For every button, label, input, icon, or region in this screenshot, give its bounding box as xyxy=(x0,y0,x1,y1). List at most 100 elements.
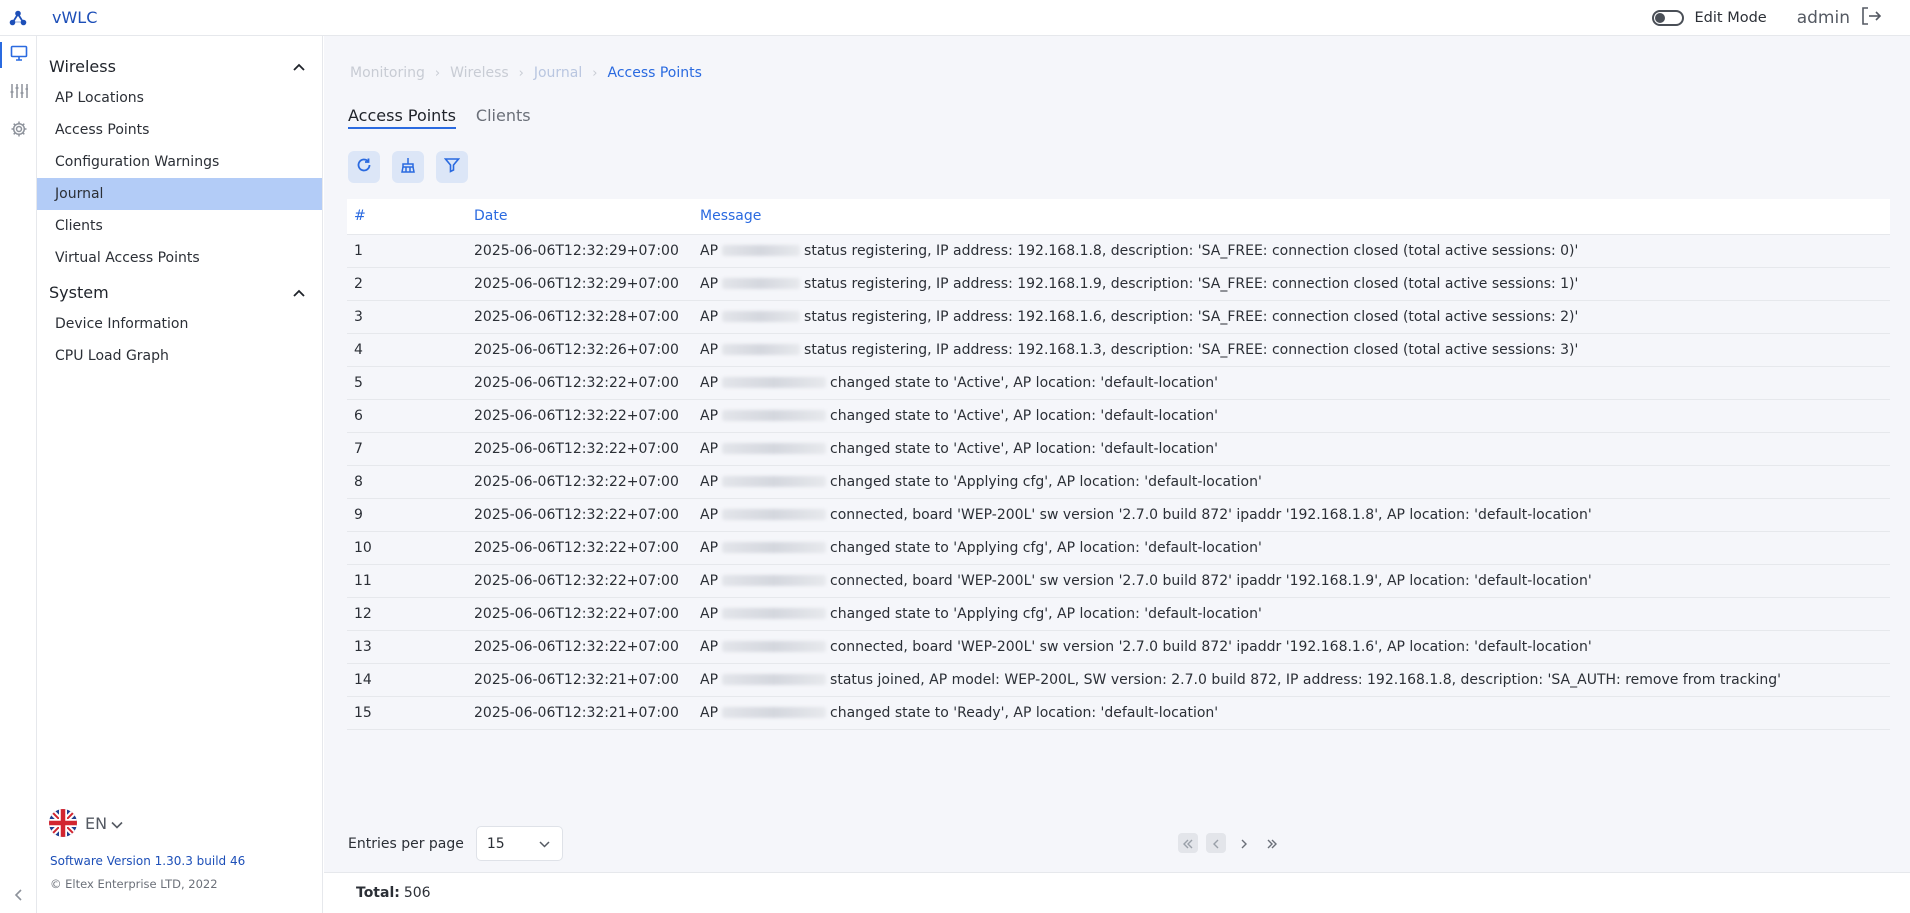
table-row[interactable]: 7 2025-06-06T12:32:22+07:00 AP changed stat… xyxy=(347,432,1890,466)
chevron-down-icon xyxy=(539,836,550,852)
ap-prefix: AP xyxy=(700,407,719,424)
entries-per-page-select[interactable]: 15 xyxy=(475,826,563,861)
settings-rail-button[interactable] xyxy=(0,112,37,150)
breadcrumb-journal[interactable]: Journal xyxy=(534,65,582,81)
app-title[interactable]: vWLC xyxy=(52,8,97,27)
column-header-date[interactable]: Date xyxy=(474,199,700,235)
row-number: 8 xyxy=(347,465,474,499)
row-number: 7 xyxy=(347,432,474,466)
sidebar-item-cpu-load-graph[interactable]: CPU Load Graph xyxy=(37,340,322,372)
ap-prefix: AP xyxy=(700,572,719,589)
collapse-sidebar-button[interactable] xyxy=(0,886,37,905)
table-row[interactable]: 5 2025-06-06T12:32:22+07:00 AP changed stat… xyxy=(347,366,1890,400)
message-text: connected, board 'WEP-200L' sw version '… xyxy=(830,506,1592,523)
sidebar-item-device-information[interactable]: Device Information xyxy=(37,308,322,340)
breadcrumb-monitoring[interactable]: Monitoring xyxy=(350,65,425,81)
ap-prefix: AP xyxy=(700,473,719,490)
icon-rail xyxy=(0,36,37,913)
message-text: status registering, IP address: 192.168.… xyxy=(804,341,1579,358)
table-row[interactable]: 1 2025-06-06T12:32:29+07:00 AP status regis… xyxy=(347,234,1890,268)
sidebar-item-clients[interactable]: Clients xyxy=(37,210,322,242)
refresh-button[interactable] xyxy=(348,151,380,183)
row-date: 2025-06-06T12:32:22+07:00 xyxy=(474,564,700,598)
table-row[interactable]: 2 2025-06-06T12:32:29+07:00 AP status regis… xyxy=(347,267,1890,301)
table-row[interactable]: 14 2025-06-06T12:32:21+07:00 AP status join… xyxy=(347,663,1890,697)
sidebar-item-configuration-warnings[interactable]: Configuration Warnings xyxy=(37,146,322,178)
message-text: connected, board 'WEP-200L' sw version '… xyxy=(830,638,1592,655)
entries-per-page-value: 15 xyxy=(486,835,505,852)
table-row[interactable]: 4 2025-06-06T12:32:26+07:00 AP status regis… xyxy=(347,333,1890,367)
breadcrumb-wireless[interactable]: Wireless xyxy=(450,65,509,81)
redacted-mac xyxy=(722,443,827,454)
ap-prefix: AP xyxy=(700,704,719,721)
table-row[interactable]: 9 2025-06-06T12:32:22+07:00 AP connected, b… xyxy=(347,498,1890,532)
message-text: status registering, IP address: 192.168.… xyxy=(804,275,1579,292)
top-bar: vWLC Edit Mode admin xyxy=(0,0,1910,36)
redacted-mac xyxy=(722,377,827,388)
ap-prefix: AP xyxy=(700,242,719,259)
row-date: 2025-06-06T12:32:29+07:00 xyxy=(474,234,700,268)
sidebar-section-wireless[interactable]: Wireless xyxy=(37,50,322,82)
message-text: changed state to 'Applying cfg', AP loca… xyxy=(830,473,1262,490)
table-row[interactable]: 13 2025-06-06T12:32:22+07:00 AP connected, … xyxy=(347,630,1890,664)
table-row[interactable]: 6 2025-06-06T12:32:22+07:00 AP changed stat… xyxy=(347,399,1890,433)
message-text: changed state to 'Applying cfg', AP loca… xyxy=(830,605,1262,622)
edit-mode-label: Edit Mode xyxy=(1694,9,1767,26)
redacted-mac xyxy=(722,311,801,322)
sidebar-item-access-points[interactable]: Access Points xyxy=(37,114,322,146)
sidebar-item-ap-locations[interactable]: AP Locations xyxy=(37,82,322,114)
row-number: 13 xyxy=(347,630,474,664)
chevron-up-icon xyxy=(292,57,306,76)
message-text: changed state to 'Ready', AP location: '… xyxy=(830,704,1219,721)
filter-icon xyxy=(443,157,461,177)
ap-prefix: AP xyxy=(700,308,719,325)
app-logo-icon[interactable] xyxy=(0,0,36,36)
logout-icon[interactable] xyxy=(1860,6,1882,30)
redacted-mac xyxy=(722,707,827,718)
ap-prefix: AP xyxy=(700,671,719,688)
configuration-rail-button[interactable] xyxy=(0,74,37,112)
journal-table: # Date Message 1 2025-06-06T12:32:29+07:0… xyxy=(347,199,1890,730)
table-header-row: # Date Message xyxy=(347,199,1890,235)
column-header-message[interactable]: Message xyxy=(700,199,1890,235)
sidebar-section-title: Wireless xyxy=(49,56,116,76)
sidebar-item-label: Access Points xyxy=(55,122,150,138)
message-text: changed state to 'Applying cfg', AP loca… xyxy=(830,539,1262,556)
first-page-button[interactable] xyxy=(1178,833,1198,853)
table-row[interactable]: 11 2025-06-06T12:32:22+07:00 AP connected, … xyxy=(347,564,1890,598)
monitoring-rail-button[interactable] xyxy=(0,36,37,74)
chevron-up-icon xyxy=(292,283,306,302)
table-row[interactable]: 10 2025-06-06T12:32:22+07:00 AP changed sta… xyxy=(347,531,1890,565)
tabs: Access Points Clients xyxy=(348,106,551,129)
last-page-button[interactable] xyxy=(1262,833,1282,853)
filter-button[interactable] xyxy=(436,151,468,183)
tab-access-points[interactable]: Access Points xyxy=(348,106,456,129)
message-text: changed state to 'Active', AP location: … xyxy=(830,407,1218,424)
message-text: status registering, IP address: 192.168.… xyxy=(804,242,1579,259)
table-row[interactable]: 8 2025-06-06T12:32:22+07:00 AP changed stat… xyxy=(347,465,1890,499)
sidebar-item-virtual-access-points[interactable]: Virtual Access Points xyxy=(37,242,322,274)
row-message: AP connected, board 'WEP-200L' sw version… xyxy=(700,564,1890,598)
row-number: 1 xyxy=(347,234,474,268)
row-date: 2025-06-06T12:32:22+07:00 xyxy=(474,465,700,499)
previous-page-button[interactable] xyxy=(1206,833,1226,853)
edit-mode-toggle[interactable] xyxy=(1651,9,1684,26)
sidebar-item-journal[interactable]: Journal xyxy=(37,178,322,210)
sidebar-section-system[interactable]: System xyxy=(37,276,322,308)
tab-clients[interactable]: Clients xyxy=(476,106,531,129)
table-row[interactable]: 15 2025-06-06T12:32:21+07:00 AP changed sta… xyxy=(347,696,1890,730)
table-row[interactable]: 3 2025-06-06T12:32:28+07:00 AP status regis… xyxy=(347,300,1890,334)
table-row[interactable]: 12 2025-06-06T12:32:22+07:00 AP changed sta… xyxy=(347,597,1890,631)
user-name: admin xyxy=(1796,7,1850,28)
row-message: AP connected, board 'WEP-200L' sw version… xyxy=(700,630,1890,664)
clear-journal-button[interactable] xyxy=(392,151,424,183)
column-header-number[interactable]: # xyxy=(347,199,474,235)
language-selector[interactable]: EN xyxy=(49,809,123,837)
next-page-button[interactable] xyxy=(1234,833,1254,853)
double-chevron-left-icon xyxy=(1182,834,1194,853)
row-number: 11 xyxy=(347,564,474,598)
message-text: changed state to 'Active', AP location: … xyxy=(830,440,1218,457)
row-message: AP changed state to 'Active', AP location… xyxy=(700,399,1890,433)
software-version[interactable]: Software Version 1.30.3 build 46 xyxy=(50,854,245,868)
message-text: status joined, AP model: WEP-200L, SW ve… xyxy=(830,671,1781,688)
